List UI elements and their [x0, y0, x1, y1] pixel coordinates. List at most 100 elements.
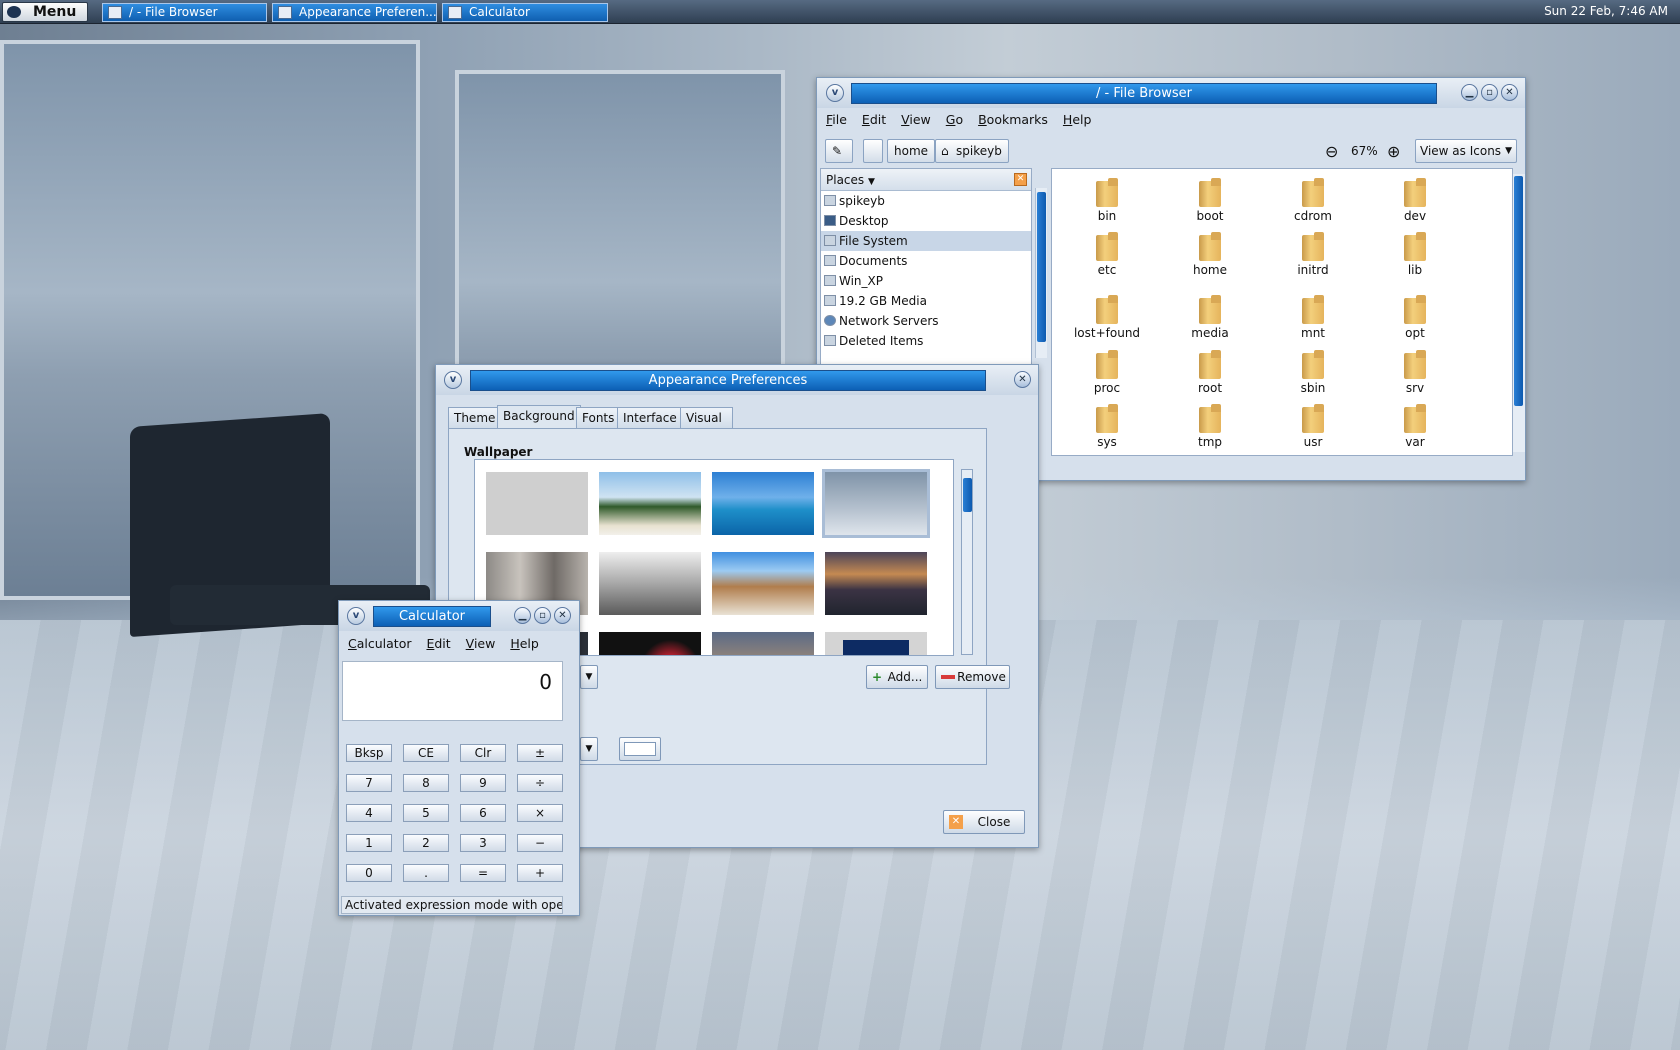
- calc-key[interactable]: ×: [517, 804, 563, 822]
- places-scrollbar[interactable]: [1035, 188, 1047, 358]
- style-dropdown-arrow[interactable]: ▼: [580, 665, 598, 689]
- task-file-browser[interactable]: / - File Browser: [102, 3, 267, 22]
- places-item-win-xp[interactable]: Win_XP: [821, 271, 1031, 291]
- wallpaper-thumb[interactable]: [712, 472, 814, 535]
- folder-item[interactable]: root: [1165, 349, 1255, 395]
- close-icon[interactable]: ✕: [1501, 84, 1518, 101]
- calc-key[interactable]: ±: [517, 744, 563, 762]
- folder-item[interactable]: lost+found: [1062, 294, 1152, 340]
- path-home-button[interactable]: home: [887, 139, 936, 163]
- panel-clock[interactable]: Sun 22 Feb, 7:46 AM: [1544, 4, 1668, 18]
- folder-item[interactable]: tmp: [1165, 403, 1255, 449]
- remove-wallpaper-button[interactable]: Remove: [935, 665, 1010, 689]
- window-menu-icon[interactable]: v: [444, 371, 462, 389]
- calc-key[interactable]: 7: [346, 774, 392, 792]
- calc-key[interactable]: =: [460, 864, 506, 882]
- zoom-out-icon[interactable]: ⊖: [1325, 142, 1338, 161]
- calculator-display[interactable]: 0: [342, 661, 563, 721]
- main-menu-button[interactable]: Menu: [2, 2, 88, 22]
- minimize-icon[interactable]: ▁: [1461, 84, 1478, 101]
- places-item-documents[interactable]: Documents: [821, 251, 1031, 271]
- colors-dropdown-arrow[interactable]: ▼: [580, 737, 598, 761]
- wallpaper-scrollbar[interactable]: [961, 469, 973, 655]
- calc-key[interactable]: ÷: [517, 774, 563, 792]
- folder-item[interactable]: usr: [1268, 403, 1358, 449]
- menu-bookmarks[interactable]: Bookmarks: [978, 109, 1048, 131]
- calc-key[interactable]: 2: [403, 834, 449, 852]
- folder-item[interactable]: proc: [1062, 349, 1152, 395]
- calc-key[interactable]: 8: [403, 774, 449, 792]
- scrollbar-thumb[interactable]: [963, 478, 972, 512]
- path-root-button[interactable]: [863, 139, 883, 163]
- appearance-titlebar[interactable]: v Appearance Preferences ✕: [436, 365, 1038, 395]
- wallpaper-thumb[interactable]: [712, 632, 814, 655]
- task-calculator[interactable]: Calculator: [442, 3, 608, 22]
- zoom-in-icon[interactable]: ⊕: [1387, 142, 1400, 161]
- folder-item[interactable]: sbin: [1268, 349, 1358, 395]
- calculator-titlebar[interactable]: v Calculator ▁ ▫ ✕: [339, 601, 579, 631]
- places-item-deleted[interactable]: Deleted Items: [821, 331, 1031, 351]
- menu-edit[interactable]: Edit: [862, 109, 886, 131]
- calc-key[interactable]: 5: [403, 804, 449, 822]
- folder-item[interactable]: lib: [1370, 231, 1460, 277]
- menu-help[interactable]: Help: [510, 633, 539, 655]
- tab-interface[interactable]: Interface: [617, 407, 683, 429]
- places-item-spikeyb[interactable]: spikeyb: [821, 191, 1031, 211]
- wallpaper-thumb[interactable]: [599, 472, 701, 535]
- wallpaper-thumb[interactable]: [712, 552, 814, 615]
- places-item-file-system[interactable]: File System: [821, 231, 1031, 251]
- maximize-icon[interactable]: ▫: [1481, 84, 1498, 101]
- calc-key[interactable]: .: [403, 864, 449, 882]
- places-header[interactable]: Places ▼ ✕: [821, 169, 1031, 191]
- menu-file[interactable]: File: [826, 109, 847, 131]
- calc-key[interactable]: 3: [460, 834, 506, 852]
- scrollbar-thumb[interactable]: [1514, 176, 1523, 406]
- wallpaper-thumb[interactable]: [599, 632, 701, 655]
- folder-item[interactable]: opt: [1370, 294, 1460, 340]
- tab-theme[interactable]: Theme: [448, 407, 502, 429]
- places-item-desktop[interactable]: Desktop: [821, 211, 1031, 231]
- places-item-network[interactable]: Network Servers: [821, 311, 1031, 331]
- menu-go[interactable]: Go: [946, 109, 963, 131]
- folder-item[interactable]: etc: [1062, 231, 1152, 277]
- folder-item[interactable]: mnt: [1268, 294, 1358, 340]
- window-menu-icon[interactable]: v: [347, 607, 365, 625]
- tab-fonts[interactable]: Fonts: [576, 407, 621, 429]
- folder-item[interactable]: var: [1370, 403, 1460, 449]
- close-icon[interactable]: ✕: [554, 607, 571, 624]
- menu-edit[interactable]: Edit: [426, 633, 450, 655]
- tab-visual-effects[interactable]: Visual Effects: [680, 407, 733, 445]
- places-item-media[interactable]: 19.2 GB Media: [821, 291, 1031, 311]
- folder-item[interactable]: media: [1165, 294, 1255, 340]
- menu-calculator[interactable]: Calculator: [348, 633, 411, 655]
- window-menu-icon[interactable]: v: [826, 84, 844, 102]
- close-icon[interactable]: ✕: [1014, 371, 1031, 388]
- close-button[interactable]: ✕ Close: [943, 810, 1025, 834]
- edit-location-icon[interactable]: ✎: [825, 139, 853, 163]
- tab-background[interactable]: Background: [497, 405, 581, 430]
- folder-item[interactable]: sys: [1062, 403, 1152, 449]
- calc-key[interactable]: 9: [460, 774, 506, 792]
- minimize-icon[interactable]: ▁: [514, 607, 531, 624]
- scrollbar-thumb[interactable]: [1037, 192, 1046, 342]
- view-mode-select[interactable]: View as Icons ▼: [1415, 139, 1517, 163]
- folder-item[interactable]: bin: [1062, 177, 1152, 223]
- close-sidebar-icon[interactable]: ✕: [1014, 173, 1027, 186]
- calc-key[interactable]: Clr: [460, 744, 506, 762]
- calc-key[interactable]: CE: [403, 744, 449, 762]
- calc-key[interactable]: −: [517, 834, 563, 852]
- folder-item[interactable]: home: [1165, 231, 1255, 277]
- wallpaper-thumb[interactable]: [825, 632, 927, 655]
- wallpaper-thumb[interactable]: [486, 472, 588, 535]
- calc-key[interactable]: 6: [460, 804, 506, 822]
- folder-item[interactable]: boot: [1165, 177, 1255, 223]
- icon-view-scrollbar[interactable]: [1513, 174, 1525, 452]
- folder-item[interactable]: srv: [1370, 349, 1460, 395]
- path-spikeyb-button[interactable]: ⌂ spikeyb: [935, 139, 1009, 163]
- wallpaper-thumb-selected[interactable]: [822, 469, 930, 538]
- calc-key[interactable]: +: [517, 864, 563, 882]
- wallpaper-thumb[interactable]: [825, 552, 927, 615]
- folder-item[interactable]: cdrom: [1268, 177, 1358, 223]
- menu-view[interactable]: View: [466, 633, 496, 655]
- maximize-icon[interactable]: ▫: [534, 607, 551, 624]
